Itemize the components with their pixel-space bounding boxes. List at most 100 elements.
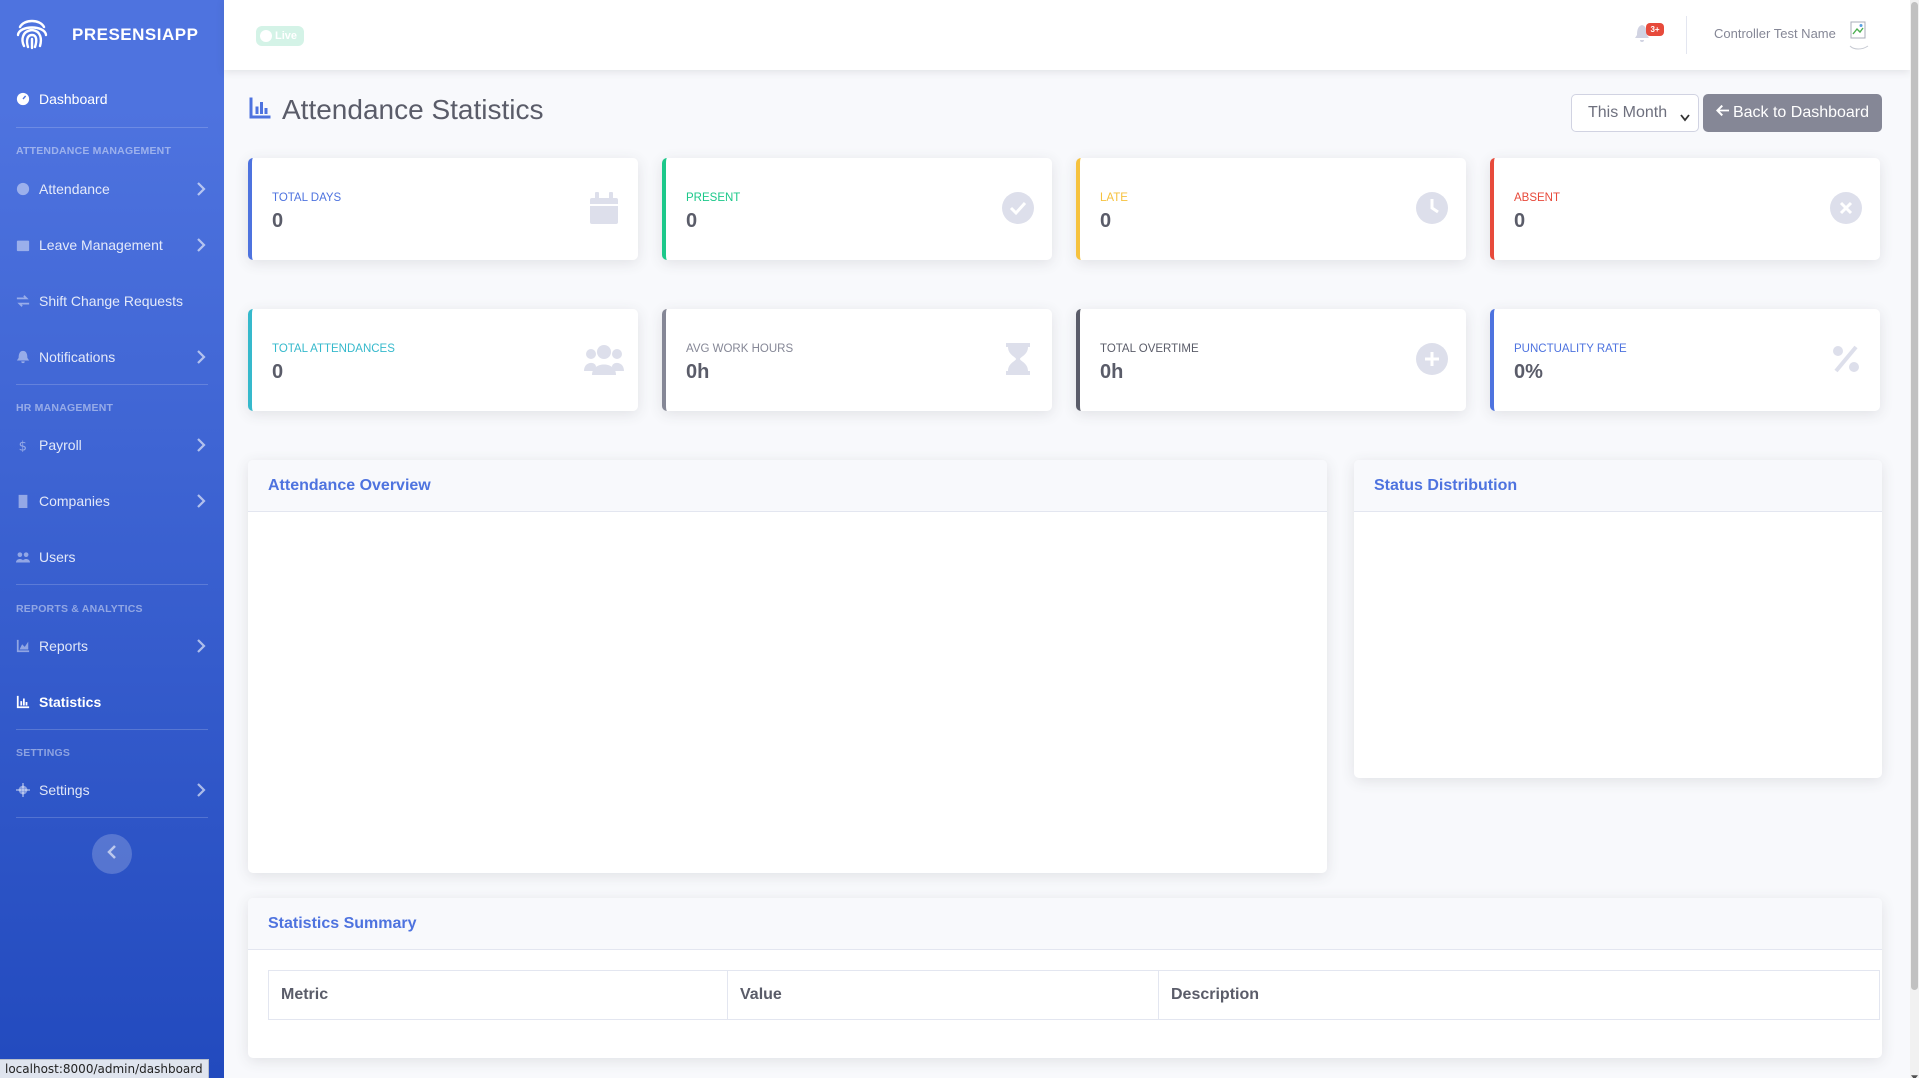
period-select[interactable]: This Month	[1571, 94, 1699, 132]
sidebar-item-label: Payroll	[39, 437, 82, 453]
sidebar-item-users[interactable]: Users	[0, 529, 224, 585]
sidebar-item-leave-management[interactable]: Leave Management	[0, 217, 224, 273]
stat-label: LATE	[1100, 192, 1128, 204]
exchange-icon	[16, 294, 30, 308]
toggle-knob	[260, 30, 272, 42]
avatar[interactable]	[1848, 20, 1870, 50]
plus-circle-icon	[1416, 341, 1448, 377]
chevron-right-icon	[196, 238, 206, 252]
sidebar-divider	[16, 584, 208, 585]
stat-label: PRESENT	[686, 192, 741, 204]
chevron-right-icon	[196, 494, 206, 508]
stat-value: 0h	[686, 361, 710, 383]
chevron-right-icon	[196, 438, 206, 452]
attendance-overview-panel: Attendance Overview	[248, 460, 1327, 873]
stat-label: PUNCTUALITY RATE	[1514, 343, 1627, 355]
attendance-overview-chart-area	[248, 512, 1327, 872]
notification-count-badge: 3+	[1646, 23, 1664, 36]
stat-card-avg-work-hours: AVG WORK HOURS 0h	[662, 309, 1052, 411]
live-toggle[interactable]: Live	[256, 26, 304, 46]
gear-icon	[16, 783, 30, 797]
chevron-right-icon	[196, 182, 206, 196]
sidebar-item-label: Reports	[39, 638, 89, 654]
sidebar-item-label: Statistics	[39, 694, 102, 710]
section-heading-reports: REPORTS & ANALYTICS	[16, 603, 143, 615]
clock-icon	[16, 182, 30, 196]
stat-card-present: PRESENT 0	[662, 158, 1052, 260]
stat-label: ABSENT	[1514, 192, 1561, 204]
chart-bar-icon	[16, 695, 30, 709]
calendar-icon	[16, 238, 30, 252]
page-scrollbar[interactable]	[1910, 0, 1919, 1078]
svg-text:$: $	[19, 439, 27, 452]
sidebar-item-settings[interactable]: Settings	[0, 762, 224, 818]
sidebar-item-statistics[interactable]: Statistics	[0, 674, 224, 730]
stat-value: 0	[1100, 210, 1112, 232]
times-circle-icon	[1830, 190, 1862, 226]
user-name[interactable]: Controller Test Name	[1714, 26, 1836, 41]
sidebar-item-label: Leave Management	[39, 237, 163, 253]
sidebar-item-reports[interactable]: Reports	[0, 618, 224, 674]
stat-label: TOTAL DAYS	[272, 192, 342, 204]
sidebar-divider	[16, 729, 208, 730]
dollar-icon: $	[16, 438, 30, 452]
stat-card-punctuality-rate: PUNCTUALITY RATE 0%	[1490, 309, 1880, 411]
brand[interactable]: PRESENSIAPP	[0, 0, 224, 70]
scroll-down-arrow-icon[interactable]	[1911, 1068, 1918, 1078]
sidebar-divider	[16, 817, 208, 818]
chevron-right-icon	[196, 350, 206, 364]
sidebar-item-dashboard[interactable]: Dashboard	[0, 72, 224, 126]
chevron-down-icon	[1680, 109, 1690, 122]
back-button-label: Back to Dashboard	[1732, 104, 1870, 121]
sidebar-item-label: Shift Change Requests	[39, 293, 183, 309]
stat-value: 0h	[1100, 361, 1124, 383]
stat-value: 0	[686, 210, 698, 232]
panel-title: Statistics Summary	[248, 898, 1882, 950]
status-distribution-chart-area	[1354, 512, 1882, 777]
table-header-row: Metric Value Description	[268, 970, 1880, 1020]
sidebar-divider	[16, 384, 208, 385]
topbar: Live 3+ Controller Test Name	[224, 0, 1910, 70]
fingerprint-icon	[14, 15, 50, 56]
chart-area-icon	[16, 639, 30, 653]
page-title-text: Attendance Statistics	[282, 94, 544, 125]
stat-value: 0	[272, 210, 284, 232]
hourglass-icon	[1002, 341, 1034, 377]
sidebar-item-label: Companies	[39, 493, 110, 509]
sidebar-item-label: Dashboard	[39, 91, 108, 107]
calendar-icon	[588, 190, 620, 226]
stat-label: TOTAL ATTENDANCES	[272, 343, 395, 355]
chevron-left-icon	[107, 844, 117, 864]
sidebar-item-notifications[interactable]: Notifications	[0, 329, 224, 385]
sidebar-item-companies[interactable]: Companies	[0, 473, 224, 529]
brand-name: PRESENSIAPP	[72, 25, 199, 44]
section-heading-settings: SETTINGS	[16, 747, 71, 759]
percent-icon	[1830, 341, 1862, 377]
section-heading-attendance: ATTENDANCE MANAGEMENT	[16, 145, 172, 157]
stat-card-total-overtime: TOTAL OVERTIME 0h	[1076, 309, 1466, 411]
stat-card-late: LATE 0	[1076, 158, 1466, 260]
live-label: Live	[275, 30, 298, 42]
panel-title: Attendance Overview	[248, 460, 1327, 512]
arrow-left-icon	[1715, 104, 1733, 122]
sidebar-item-label: Attendance	[39, 181, 110, 197]
column-header-description[interactable]: Description	[1158, 970, 1880, 1020]
stat-card-absent: ABSENT 0	[1490, 158, 1880, 260]
status-bar-url: localhost:8000/admin/dashboard	[0, 1059, 209, 1078]
scrollbar-thumb[interactable]	[1911, 2, 1918, 990]
sidebar-item-payroll[interactable]: $ Payroll	[0, 417, 224, 473]
column-header-value[interactable]: Value	[727, 970, 1159, 1020]
column-header-metric[interactable]: Metric	[268, 970, 728, 1020]
sidebar-item-attendance[interactable]: Attendance	[0, 161, 224, 217]
sidebar-item-label: Notifications	[39, 349, 116, 365]
stat-value: 0%	[1514, 361, 1543, 383]
status-distribution-panel: Status Distribution	[1354, 460, 1882, 778]
sidebar-item-shift-change-requests[interactable]: Shift Change Requests	[0, 273, 224, 329]
users-icon	[16, 550, 30, 564]
back-to-dashboard-button[interactable]: Back to Dashboard	[1703, 94, 1882, 132]
sidebar-toggle-button[interactable]	[92, 834, 132, 874]
topbar-divider	[1686, 16, 1687, 54]
stat-label: TOTAL OVERTIME	[1100, 343, 1199, 355]
check-circle-icon	[1002, 190, 1034, 226]
building-icon	[16, 494, 30, 508]
